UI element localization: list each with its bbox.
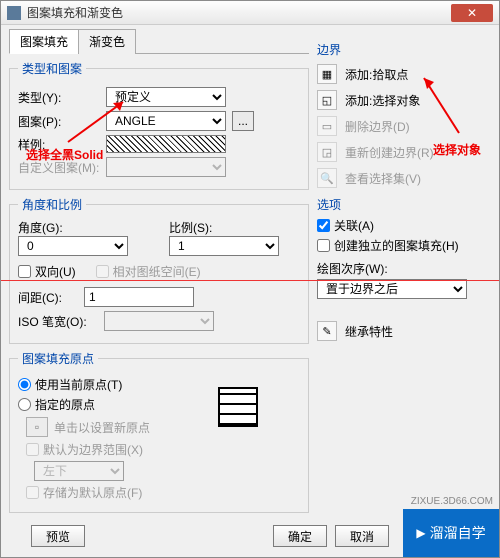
app-icon — [7, 6, 21, 20]
pattern-browse-button[interactable]: ... — [232, 111, 254, 131]
left-column: 图案填充 渐变色 类型和图案 类型(Y): 预定义 图案(P): ANGLE .… — [9, 29, 309, 557]
custom-pattern-select — [106, 157, 226, 177]
right-column: 边界 ▦ 添加:拾取点 ◱ 添加:选择对象 ▭ 删除边界(D) ◲ 重新创建边界… — [317, 29, 491, 557]
logo-site: ZIXUE.3D66.COM — [411, 496, 493, 507]
dialog-buttons: 确定 取消 — [273, 525, 389, 547]
paper-space-checkbox — [96, 265, 109, 278]
bidir-check[interactable]: 双向(U) — [18, 263, 76, 280]
add-select-objects[interactable]: ◱ 添加:选择对象 — [317, 90, 491, 110]
angle-label: 角度(G): — [18, 219, 149, 236]
tab-gradient[interactable]: 渐变色 — [78, 29, 136, 54]
default-boundary-check: 默认为边界范围(X) — [26, 441, 300, 458]
iso-width-label: ISO 笔宽(O): — [18, 313, 98, 330]
view-selection-icon: 🔍 — [317, 168, 337, 188]
associative-check[interactable]: 关联(A) — [317, 217, 491, 234]
store-default-check: 存储为默认原点(F) — [26, 484, 300, 501]
pattern-select[interactable]: ANGLE — [106, 111, 226, 131]
hatch-origin-group: 图案填充原点 使用当前原点(T) 指定的原点 ▫ 单击以设置新原点 默认为边界范… — [9, 350, 309, 513]
hatch-origin-legend: 图案填充原点 — [18, 350, 98, 367]
pick-origin-button: ▫ — [26, 417, 48, 437]
draw-order-label: 绘图次序(W): — [317, 260, 491, 277]
bidir-checkbox[interactable] — [18, 265, 31, 278]
inherit-icon: ✎ — [317, 321, 337, 341]
recreate-boundary-icon: ◲ — [317, 142, 337, 162]
sample-label: 样例: — [18, 136, 100, 153]
independent-hatch-check[interactable]: 创建独立的图案填充(H) — [317, 237, 491, 254]
scale-label: 比例(S): — [169, 219, 300, 236]
logo-brand: 溜溜自学 — [430, 523, 486, 543]
iso-width-select — [104, 311, 214, 331]
pick-point-icon: ▦ — [317, 64, 337, 84]
type-label: 类型(Y): — [18, 89, 100, 106]
view-selection: 🔍 查看选择集(V) — [317, 168, 491, 188]
boundary-title: 边界 — [317, 41, 491, 58]
close-icon[interactable]: ✕ — [451, 4, 493, 22]
remove-boundary: ▭ 删除边界(D) — [317, 116, 491, 136]
spacing-label: 间距(C): — [18, 289, 78, 306]
angle-scale-group: 角度和比例 角度(G): 0 比例(S): 1 双向(U) 相对图纸空间(E) — [9, 196, 309, 344]
dialog-body: 图案填充 渐变色 类型和图案 类型(Y): 预定义 图案(P): ANGLE .… — [1, 25, 499, 557]
ok-button[interactable]: 确定 — [273, 525, 327, 547]
pattern-preview[interactable] — [106, 135, 226, 153]
titlebar[interactable]: 图案填充和渐变色 ✕ — [1, 1, 499, 25]
cancel-button[interactable]: 取消 — [335, 525, 389, 547]
angle-scale-legend: 角度和比例 — [18, 196, 86, 213]
options-title: 选项 — [317, 196, 491, 213]
click-set-origin-label: 单击以设置新原点 — [54, 419, 150, 436]
remove-boundary-icon: ▭ — [317, 116, 337, 136]
preview-button[interactable]: 预览 — [31, 525, 85, 547]
hatch-dialog: 图案填充和渐变色 ✕ 图案填充 渐变色 类型和图案 类型(Y): 预定义 图案(… — [0, 0, 500, 558]
type-select[interactable]: 预定义 — [106, 87, 226, 107]
play-icon: ▶ — [416, 526, 425, 540]
window-title: 图案填充和渐变色 — [27, 4, 451, 21]
pattern-label: 图案(P): — [18, 113, 100, 130]
custom-pattern-label: 自定义图案(M): — [18, 159, 100, 176]
tabs: 图案填充 渐变色 — [9, 29, 309, 54]
paper-space-check: 相对图纸空间(E) — [96, 263, 201, 280]
angle-select[interactable]: 0 — [18, 236, 128, 256]
tab-hatch[interactable]: 图案填充 — [9, 29, 79, 54]
select-objects-icon: ◱ — [317, 90, 337, 110]
spacing-input[interactable] — [84, 287, 194, 307]
draw-order-select[interactable]: 置于边界之后 — [317, 279, 467, 299]
type-pattern-group: 类型和图案 类型(Y): 预定义 图案(P): ANGLE ... 样例: 自定… — [9, 60, 309, 190]
recreate-boundary: ◲ 重新创建边界(R) — [317, 142, 491, 162]
watermark-logo: ▶ 溜溜自学 — [403, 509, 499, 557]
add-pick-points[interactable]: ▦ 添加:拾取点 — [317, 64, 491, 84]
scale-select[interactable]: 1 — [169, 236, 279, 256]
type-pattern-legend: 类型和图案 — [18, 60, 86, 77]
inherit-props[interactable]: ✎ 继承特性 — [317, 321, 491, 341]
corner-select: 左下 — [34, 461, 124, 481]
origin-preview-icon — [218, 387, 258, 427]
